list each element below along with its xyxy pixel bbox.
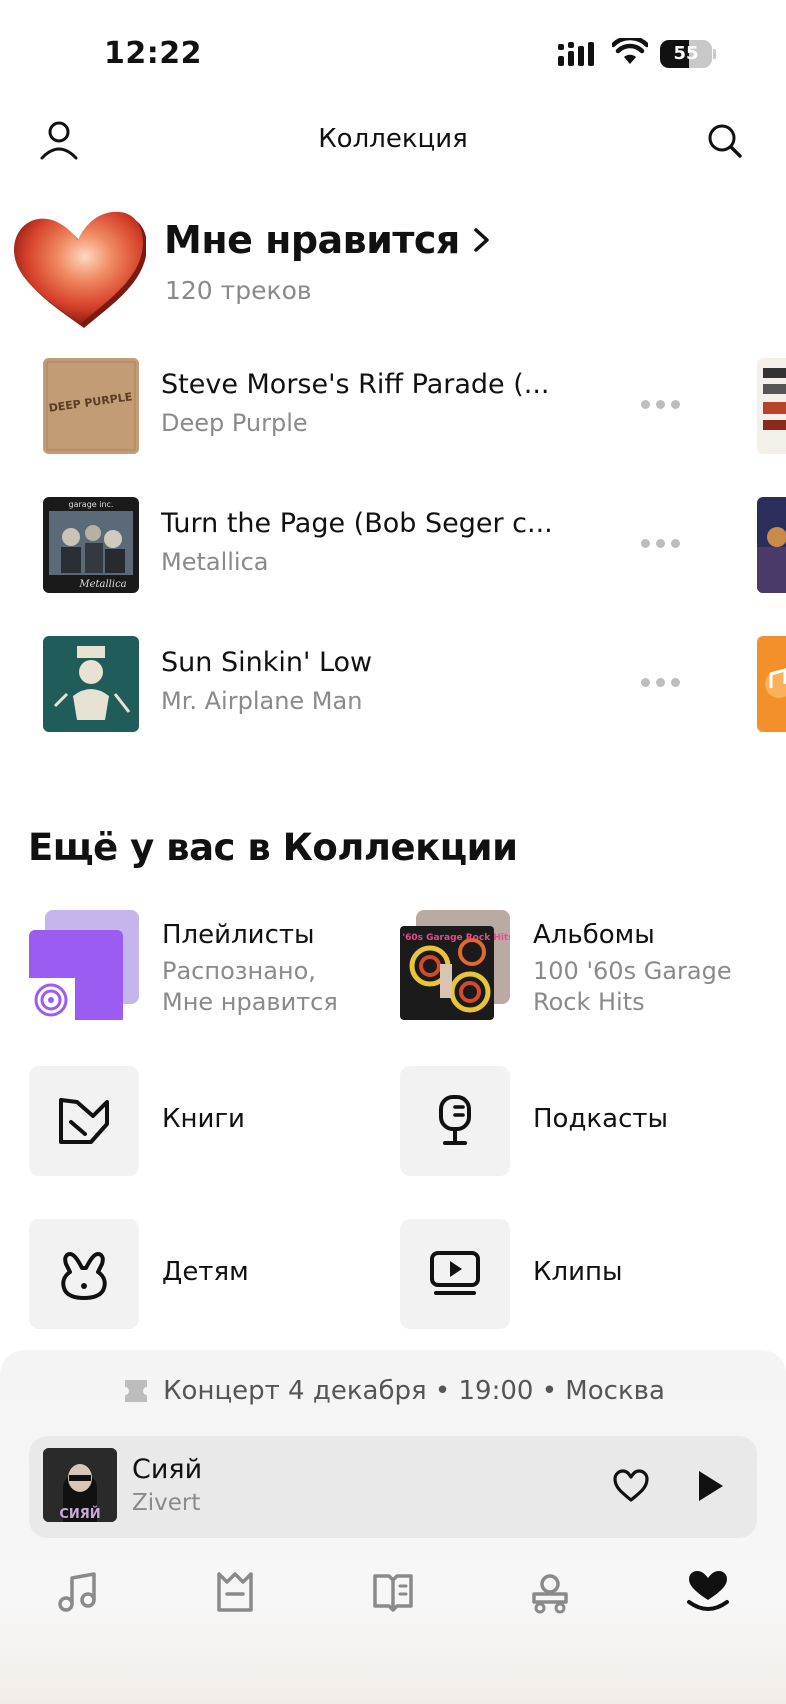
more-options-icon[interactable] [636, 669, 684, 695]
kids-icon[interactable] [522, 1564, 578, 1620]
status-bar: 12:22 55 [0, 0, 786, 100]
track-cover: DEEP PURPLE [43, 358, 139, 454]
music-note-icon[interactable] [50, 1564, 106, 1620]
player-cover: СИЯЙ [43, 1448, 117, 1522]
heart-icon[interactable] [611, 1466, 651, 1506]
next-column-cover[interactable] [757, 636, 786, 732]
track-title: Sun Sinkin' Low [161, 647, 373, 678]
concert-banner[interactable]: Концерт 4 декабря • 19:00 • Москва [0, 1376, 786, 1406]
wifi-icon [612, 38, 648, 64]
track-artist: Metallica [161, 548, 269, 576]
albums-label: Альбомы [533, 920, 655, 950]
player-cover-text: СИЯЙ [59, 1506, 100, 1522]
top-bar: Коллекция [0, 106, 786, 176]
concert-text: Концерт 4 декабря • 19:00 • Москва [163, 1376, 665, 1406]
tab-bar [0, 1564, 786, 1624]
player-artist: Zivert [132, 1490, 201, 1516]
battery-level: 55 [673, 43, 699, 64]
svg-text:garage inc.: garage inc. [69, 500, 114, 509]
search-icon[interactable] [702, 118, 750, 166]
albums-tile[interactable]: 100 '60s Garage Rock Hits Альбомы 100 '6… [400, 906, 770, 1026]
more-options-icon[interactable] [636, 530, 684, 556]
track-artist: Mr. Airplane Man [161, 687, 363, 715]
track-row[interactable]: Sun Sinkin' Low Mr. Airplane Man [0, 633, 786, 733]
collection-heart-icon[interactable] [680, 1564, 736, 1620]
player-title: Сияй [132, 1454, 203, 1485]
track-row[interactable]: garage inc. Metallica Turn the Page (Bob… [0, 494, 786, 594]
books-tile[interactable]: Книги [29, 1062, 399, 1182]
albums-cover: 100 '60s Garage Rock Hits [400, 910, 510, 1020]
status-time: 12:22 [104, 36, 202, 71]
kids-label: Детям [162, 1257, 249, 1287]
clips-icon [400, 1219, 510, 1329]
playlists-label: Плейлисты [162, 920, 315, 950]
books-label: Книги [162, 1104, 245, 1134]
liked-title-text: Мне нравится [164, 218, 460, 262]
bottom-panel: Концерт 4 декабря • 19:00 • Москва СИЯЙ … [0, 1350, 786, 1704]
track-cover [43, 636, 139, 732]
albums-subtitle: 100 '60s Garage Rock Hits [533, 957, 732, 1016]
more-options-icon[interactable] [636, 391, 684, 417]
track-title: Turn the Page (Bob Seger c... [161, 508, 553, 539]
podcasts-label: Подкасты [533, 1104, 669, 1134]
play-icon[interactable] [689, 1466, 729, 1506]
map-icon[interactable] [207, 1564, 263, 1620]
liked-title[interactable]: Мне нравится [164, 218, 492, 262]
playlists-subtitle: Распознано, Мне нравится [162, 957, 338, 1016]
clips-label: Клипы [533, 1257, 623, 1287]
battery-indicator: 55 [660, 40, 716, 68]
books-icon [29, 1066, 139, 1176]
mini-player[interactable]: СИЯЙ Сияй Zivert [29, 1436, 757, 1538]
albums-cover-text: 100 '60s Garage Rock Hits [400, 933, 510, 943]
chevron-right-icon [474, 228, 489, 252]
kids-icon [29, 1219, 139, 1329]
track-title: Steve Morse's Riff Parade (... [161, 369, 550, 400]
track-cover-text: Metallica [78, 579, 126, 590]
track-artist: Deep Purple [161, 409, 308, 437]
liked-tracks-header[interactable]: Мне нравится 120 треков [0, 200, 786, 330]
next-column-cover[interactable] [757, 497, 786, 593]
liked-heart-cover [14, 211, 146, 328]
cellular-signal-icon [558, 42, 594, 66]
book-icon[interactable] [365, 1564, 421, 1620]
page-title: Коллекция [318, 124, 468, 154]
track-cover: garage inc. Metallica [43, 497, 139, 593]
podcasts-tile[interactable]: Подкасты [400, 1062, 770, 1182]
track-row[interactable]: DEEP PURPLE Steve Morse's Riff Parade (.… [0, 355, 786, 455]
playlists-cover [29, 910, 139, 1020]
podcasts-icon [400, 1066, 510, 1176]
section-title: Ещё у вас в Коллекции [28, 826, 518, 869]
next-column-cover[interactable] [757, 358, 786, 454]
playlists-tile[interactable]: Плейлисты Распознано, Мне нравится [29, 906, 399, 1026]
kids-tile[interactable]: Детям [29, 1215, 399, 1335]
ticket-icon [125, 1380, 148, 1402]
liked-count: 120 треков [165, 276, 312, 305]
clips-tile[interactable]: Клипы [400, 1215, 770, 1335]
